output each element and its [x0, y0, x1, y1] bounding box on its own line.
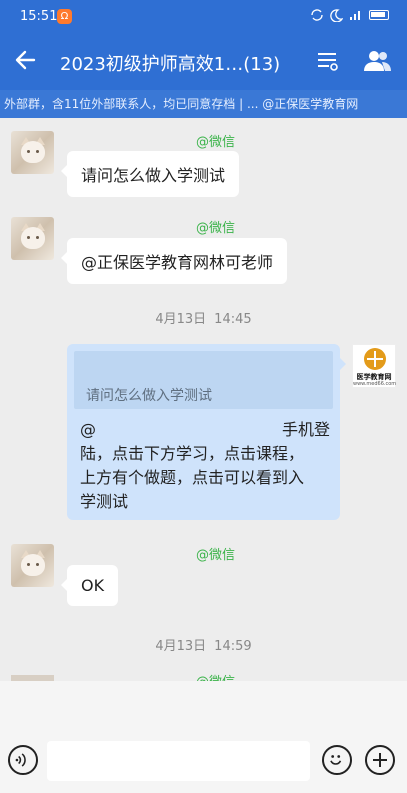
more-actions-button[interactable] [365, 745, 395, 775]
status-icons [310, 8, 389, 22]
group-members-icon[interactable] [363, 48, 393, 74]
avatar[interactable] [11, 544, 54, 587]
org-avatar[interactable]: 医学教育网 www.med66.com [352, 344, 396, 388]
sender-name: @微信 [196, 548, 236, 563]
sender-name: @微信 [196, 135, 236, 150]
battery-icon [369, 10, 389, 20]
emoji-button[interactable] [322, 745, 352, 775]
reply-line: 学测试 [80, 492, 129, 511]
external-group-notice[interactable]: 外部群，含11位外部联系人，均已同意存档 | ... @正保医学教育网 [0, 90, 407, 118]
sync-icon [311, 9, 323, 21]
mention-text: @ [80, 420, 96, 439]
avatar[interactable] [11, 217, 54, 260]
org-logo-icon [364, 348, 386, 370]
quoted-message[interactable]: 请问怎么做入学测试 [74, 351, 333, 409]
org-url: www.med66.com [353, 381, 397, 387]
timestamp: 4月13日 14:45 [155, 312, 252, 327]
voice-input-button[interactable] [8, 745, 38, 775]
reply-first-line: @ 手机登 [80, 418, 330, 442]
message-bubble[interactable]: 请问怎么做入学测试 [60, 151, 240, 197]
timestamp: 4月13日 14:59 [155, 639, 252, 654]
quoted-text: 请问怎么做入学测试 [86, 388, 212, 404]
moon-icon [330, 8, 343, 22]
sender-name: @微信 [196, 221, 236, 236]
avatar[interactable] [11, 131, 54, 174]
title-bar: 2023初级护师高效1…(13) [0, 34, 407, 90]
list-settings-icon[interactable] [315, 49, 339, 73]
notification-badge-icon: Ω [57, 9, 72, 24]
input-bar [0, 681, 407, 793]
back-button[interactable] [12, 46, 40, 74]
reply-line: 上方有个做题，点击可以看到入 [80, 468, 305, 487]
message-input[interactable] [47, 741, 310, 781]
header: 15:51 Ω 2023初级护师高效1…(13) [0, 0, 407, 90]
reply-bubble[interactable]: 请问怎么做入学测试 @ 手机登 陆，点击下方学习，点击课程， 上方有个做题，点击… [67, 344, 346, 520]
message-bubble[interactable]: @正保医学教育网林可老师 [60, 238, 288, 284]
chat-area[interactable]: @微信 请问怎么做入学测试 @微信 @正保医学教育网林可老师 4月13日 14:4… [0, 118, 407, 681]
sender-name: @微信 [196, 671, 235, 681]
reply-line: 陆，点击下方学习，点击课程， [80, 444, 305, 463]
reply-text-tail: 手机登 [281, 420, 330, 439]
signal-icon [350, 11, 360, 20]
reply-text: 陆，点击下方学习，点击课程， 上方有个做题，点击可以看到入 学测试 [80, 442, 330, 514]
message-bubble[interactable]: OK [60, 565, 119, 606]
chat-title: 2023初级护师高效1…(13) [60, 54, 281, 75]
status-time: 15:51 [20, 9, 58, 24]
status-bar: 15:51 Ω [0, 0, 407, 34]
